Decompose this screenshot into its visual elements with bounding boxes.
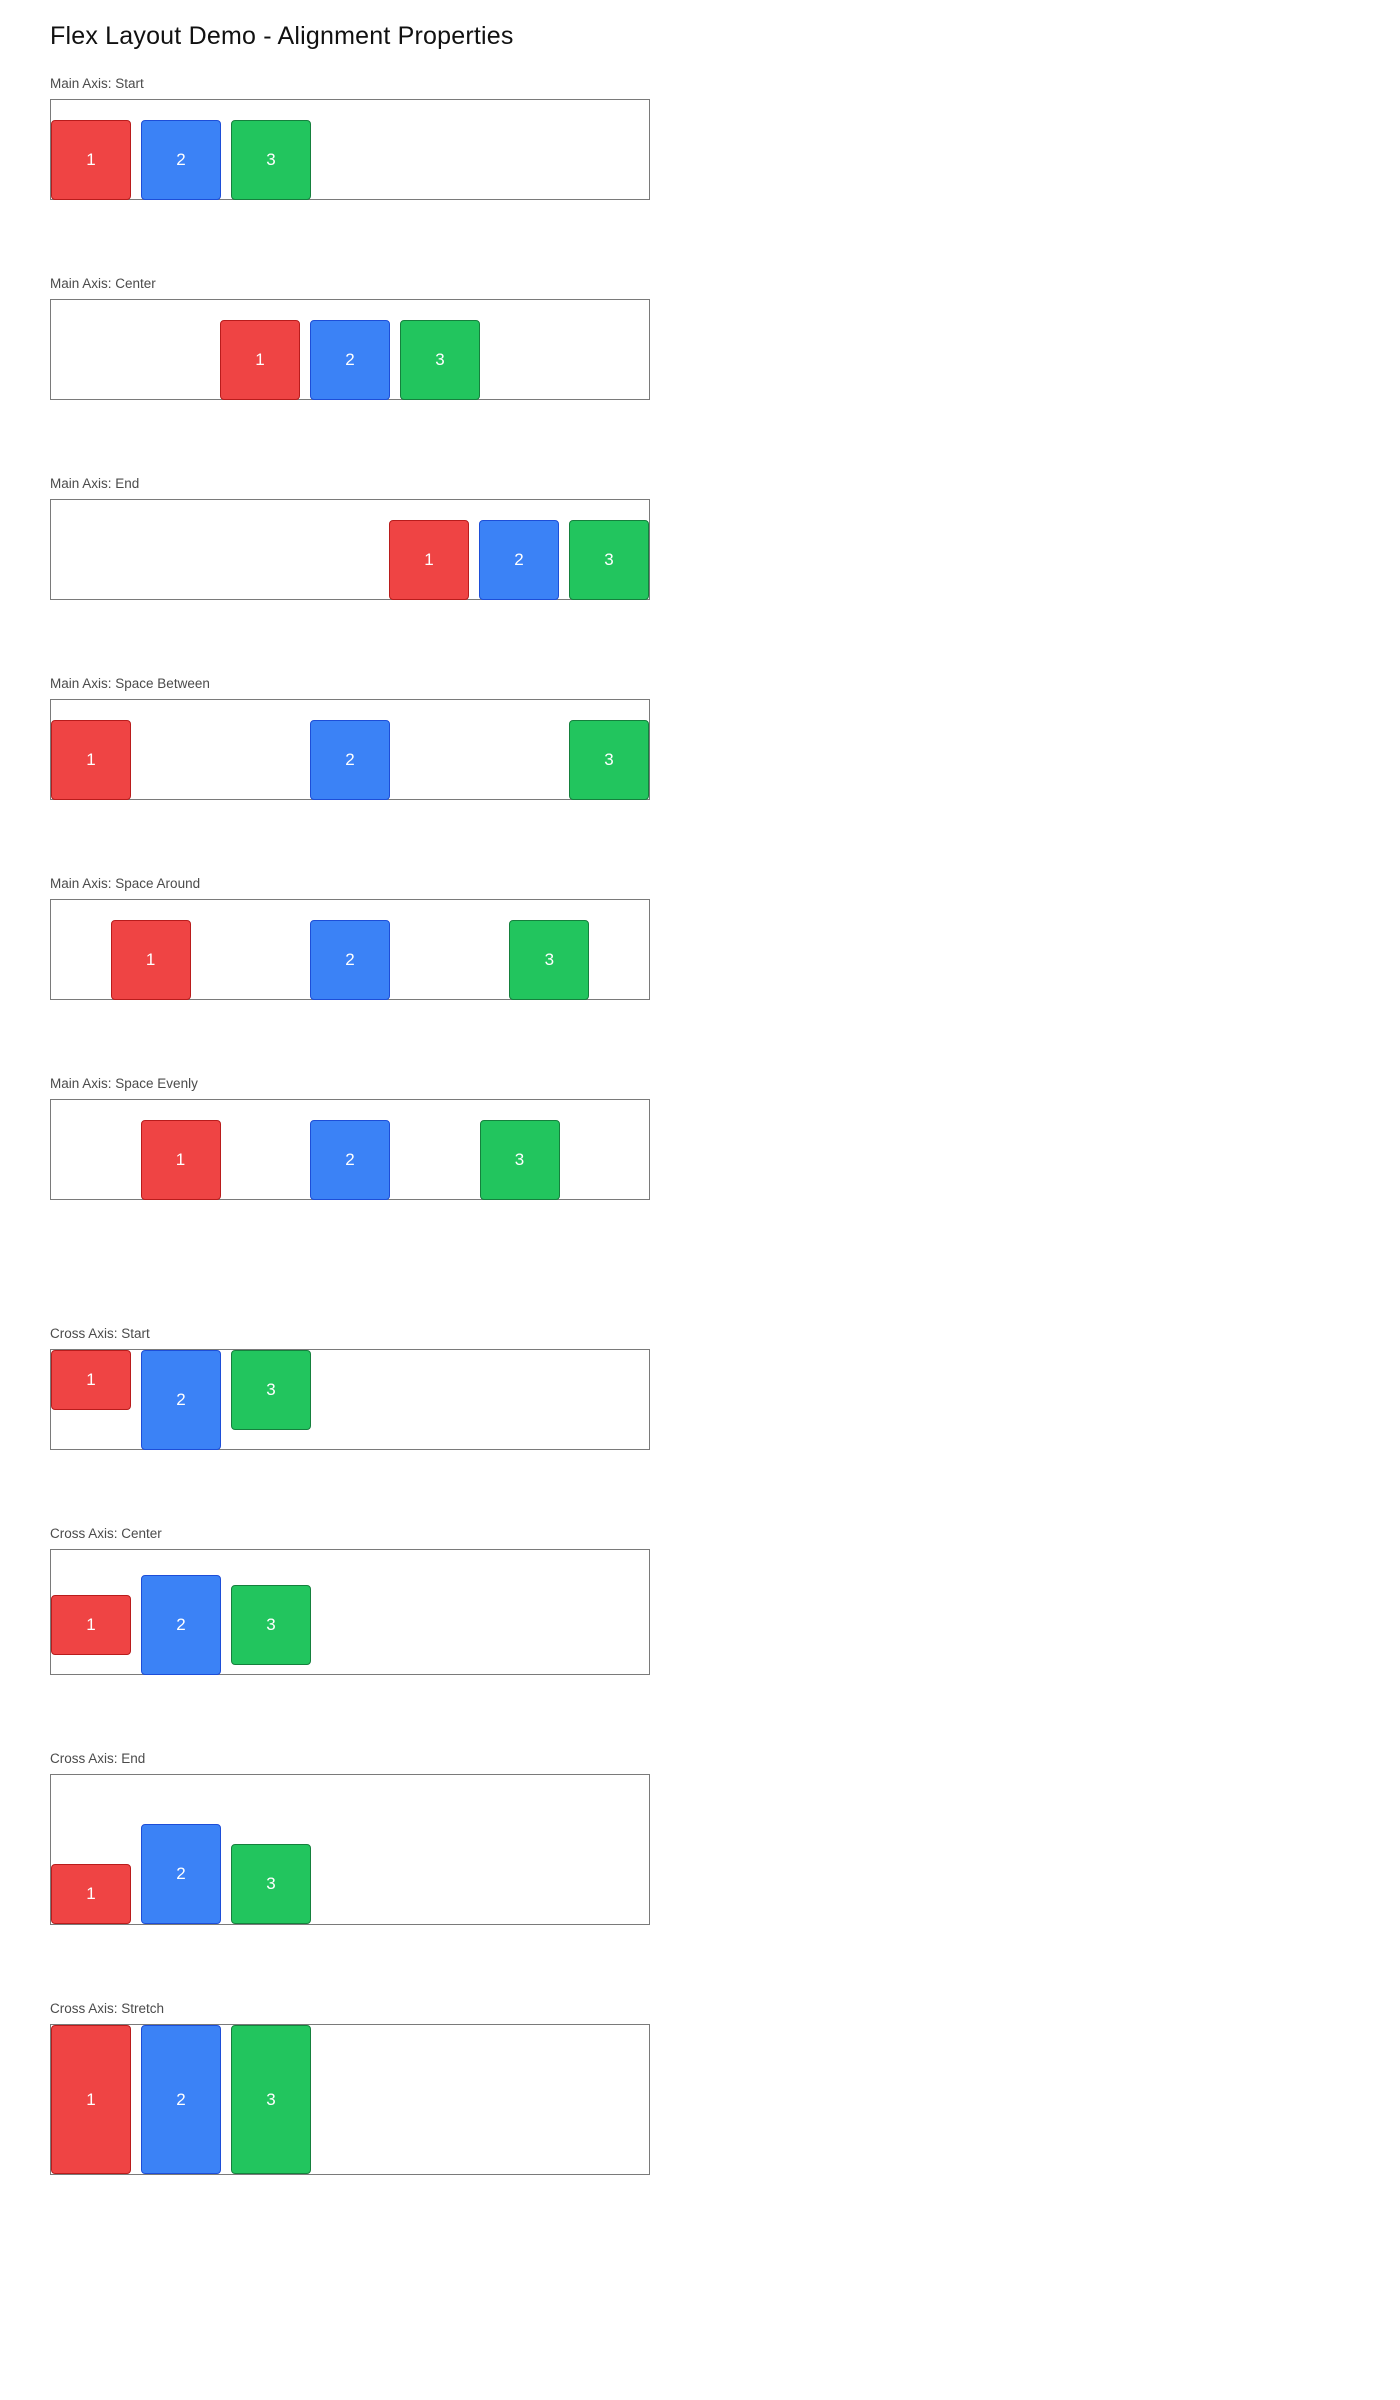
demo-label: Main Axis: Space Evenly <box>50 1076 198 1091</box>
flex-item-1: 1 <box>51 1594 131 1655</box>
demo-container-main-space-evenly: 1 2 3 <box>50 1099 650 1200</box>
flex-item-1: 1 <box>140 1120 221 1200</box>
demo-container-main-space-around: 1 2 3 <box>50 899 650 1000</box>
page-title: Flex Layout Demo - Alignment Properties <box>50 22 514 50</box>
flex-item-2: 2 <box>141 120 221 200</box>
flex-item-3: 3 <box>231 120 311 200</box>
flex-item-2: 2 <box>309 920 390 1000</box>
flex-item-2: 2 <box>310 720 390 800</box>
demo-container-main-center: 1 2 3 <box>50 299 650 400</box>
demo-container-cross-end: 1 2 3 <box>50 1774 650 1925</box>
demo-label: Main Axis: Space Around <box>50 876 201 891</box>
flex-item-3: 3 <box>569 520 649 600</box>
flex-item-3: 3 <box>479 1120 560 1200</box>
flex-item-1: 1 <box>51 120 131 200</box>
demo-label: Main Axis: Space Between <box>50 676 210 691</box>
demo-label: Cross Axis: Stretch <box>50 2001 165 2016</box>
flex-item-1: 1 <box>51 720 131 800</box>
flex-item-3: 3 <box>231 2025 311 2174</box>
demo-label: Main Axis: Center <box>50 276 156 291</box>
demo-container-cross-start: 1 2 3 <box>50 1349 650 1450</box>
demo-label: Main Axis: Start <box>50 76 144 91</box>
flex-item-3: 3 <box>509 920 590 1000</box>
flex-item-1: 1 <box>51 1350 131 1410</box>
flex-item-2: 2 <box>141 1824 221 1924</box>
flex-item-1: 1 <box>51 1864 131 1924</box>
flex-item-3: 3 <box>400 320 480 400</box>
flex-item-2: 2 <box>141 2025 221 2174</box>
demo-container-cross-stretch: 1 2 3 <box>50 2024 650 2175</box>
demo-container-main-space-between: 1 2 3 <box>50 699 650 800</box>
flex-item-2: 2 <box>310 320 390 400</box>
flex-item-3: 3 <box>231 1350 311 1430</box>
flex-item-3: 3 <box>231 1844 311 1924</box>
flex-item-2: 2 <box>479 520 559 600</box>
demo-container-main-end: 1 2 3 <box>50 499 650 600</box>
demo-label: Main Axis: End <box>50 476 140 491</box>
flex-item-1: 1 <box>51 2025 131 2174</box>
flex-item-2: 2 <box>310 1120 390 1200</box>
flex-item-1: 1 <box>389 520 469 600</box>
demo-container-main-start: 1 2 3 <box>50 99 650 200</box>
flex-item-2: 2 <box>141 1574 221 1675</box>
demo-container-cross-center: 1 2 3 <box>50 1549 650 1675</box>
flex-item-3: 3 <box>231 1584 311 1665</box>
flex-item-1: 1 <box>110 920 191 1000</box>
flex-item-1: 1 <box>220 320 300 400</box>
flex-item-2: 2 <box>141 1350 221 1450</box>
demo-label: Cross Axis: Start <box>50 1326 150 1341</box>
demo-label: Cross Axis: End <box>50 1751 146 1766</box>
demo-label: Cross Axis: Center <box>50 1526 162 1541</box>
flex-item-3: 3 <box>569 720 649 800</box>
